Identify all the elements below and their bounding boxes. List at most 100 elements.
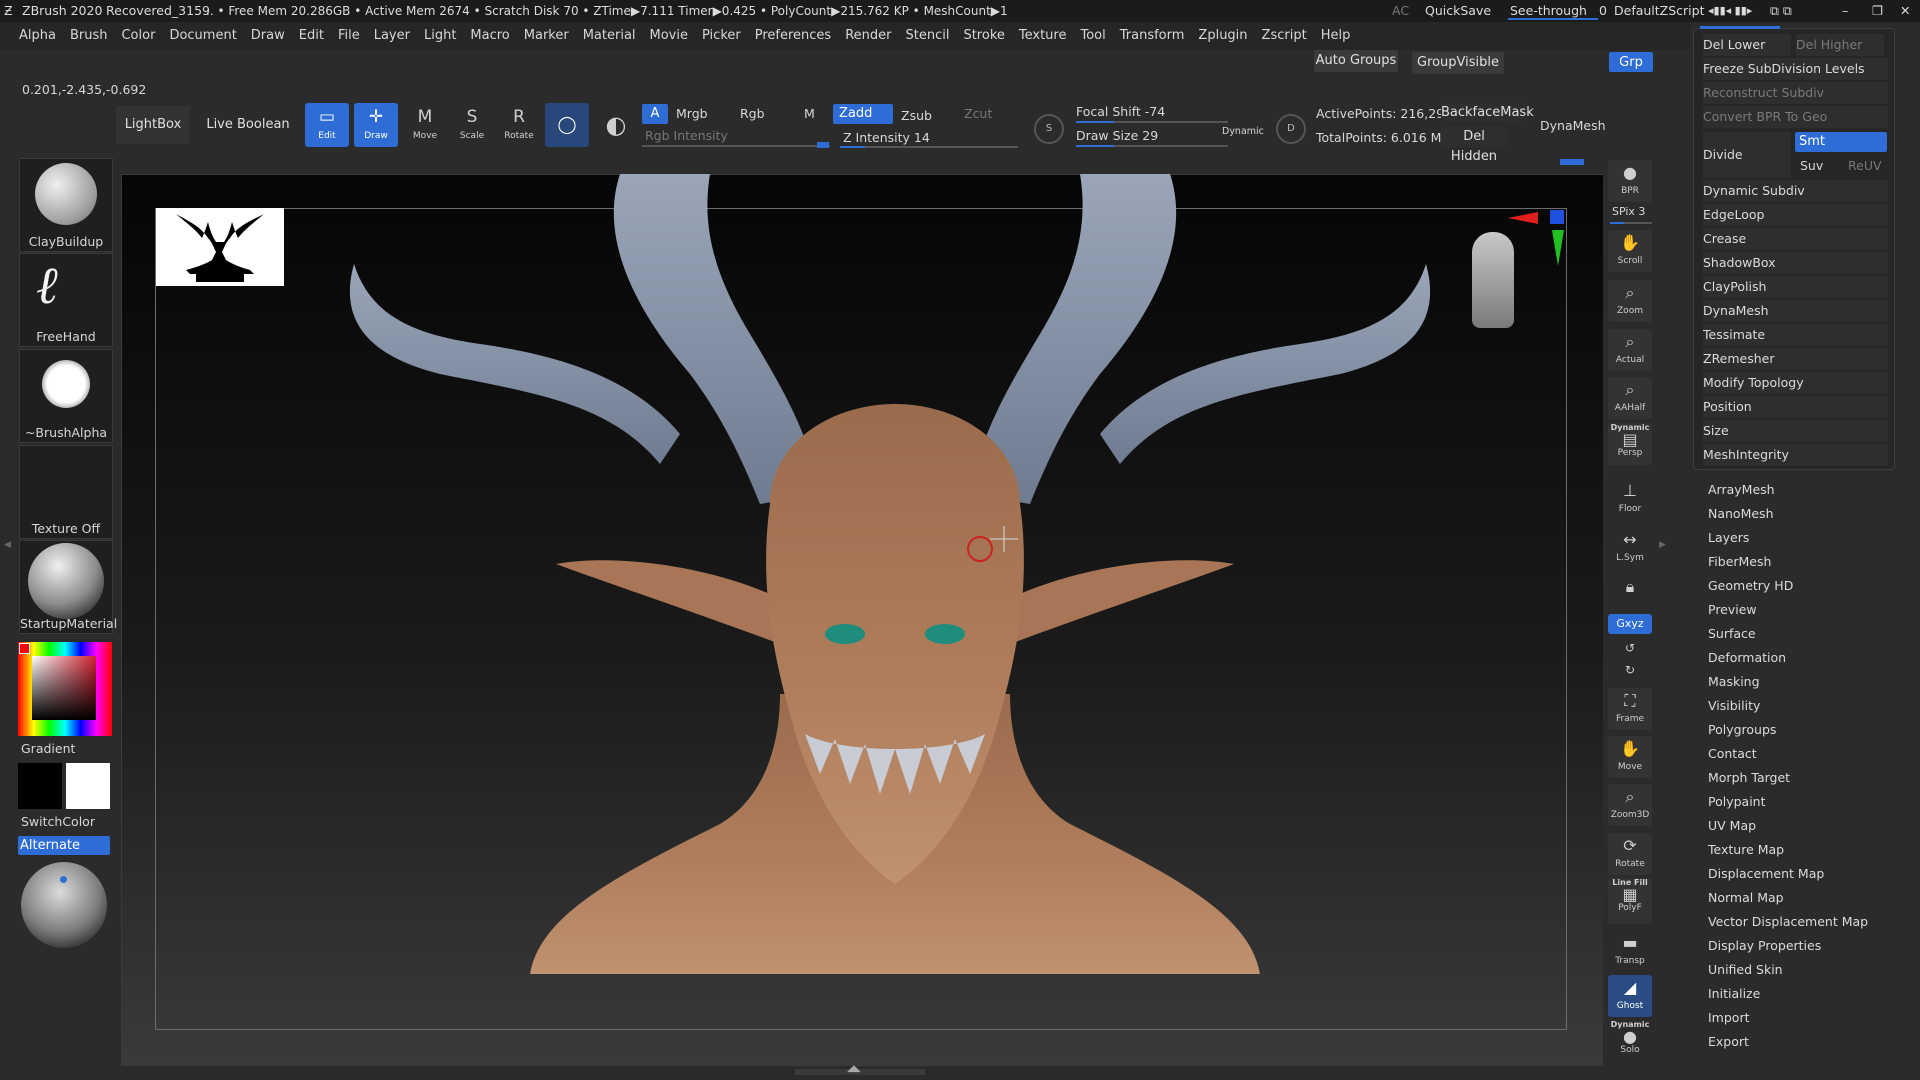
live-boolean-button[interactable]: Live Boolean xyxy=(206,106,290,144)
spotlight-s-icon[interactable]: S xyxy=(1034,114,1064,144)
spix-label[interactable]: SPix 3 xyxy=(1612,205,1645,218)
lightcap-d-icon[interactable]: D xyxy=(1276,114,1306,144)
reference-image[interactable] xyxy=(156,208,284,286)
subpalette-fibermesh[interactable]: FiberMesh xyxy=(1708,554,1771,570)
subpalette-import[interactable]: Import xyxy=(1708,1010,1750,1026)
menu-edit[interactable]: Edit xyxy=(292,22,331,50)
persp-button[interactable]: Dynamic ▤ Persp xyxy=(1608,423,1652,465)
demon-head-sculpt[interactable] xyxy=(300,174,1460,974)
subpalette-texture-map[interactable]: Texture Map xyxy=(1708,842,1784,858)
m-button[interactable]: M xyxy=(804,106,815,121)
subpalette-surface[interactable]: Surface xyxy=(1708,626,1756,642)
freeze-subdivision-button[interactable]: Freeze SubDivision Levels xyxy=(1703,58,1888,80)
lock-button[interactable]: 🔒︎ xyxy=(1608,574,1652,604)
rgb-intensity-slider[interactable] xyxy=(642,145,830,147)
color-picker[interactable] xyxy=(18,642,112,736)
menu-stroke[interactable]: Stroke xyxy=(956,22,1011,50)
menu-tool[interactable]: Tool xyxy=(1073,22,1112,50)
smt-toggle[interactable]: Smt xyxy=(1795,132,1887,152)
del-higher-button[interactable]: Del Higher xyxy=(1796,34,1884,56)
polyf-button[interactable]: Line Fill ▦ PolyF xyxy=(1608,878,1652,924)
subpalette-preview[interactable]: Preview xyxy=(1708,602,1757,618)
gradient-label[interactable]: Gradient xyxy=(21,741,75,756)
toolbar-scroll-indicator[interactable] xyxy=(1560,159,1584,165)
divide-button[interactable]: Divide xyxy=(1703,132,1791,178)
auto-groups-button[interactable]: Auto Groups xyxy=(1314,50,1398,72)
menu-movie[interactable]: Movie xyxy=(643,22,695,50)
alternate-button[interactable]: Alternate xyxy=(18,836,110,855)
rotate-mode-button[interactable]: R Rotate xyxy=(497,103,541,147)
subpalette-vector-displacement-map[interactable]: Vector Displacement Map xyxy=(1708,914,1868,930)
menu-draw[interactable]: Draw xyxy=(244,22,292,50)
alpha-thumbnail[interactable]: ~BrushAlpha xyxy=(19,349,113,443)
light-position-icon[interactable] xyxy=(60,876,67,883)
menu-document[interactable]: Document xyxy=(162,22,243,50)
restore-icon[interactable]: ❐ xyxy=(1872,0,1883,22)
suv-toggle[interactable]: Suv xyxy=(1800,158,1823,173)
solo-button[interactable]: Dynamic ● Solo xyxy=(1608,1020,1652,1066)
subpalette-morph-target[interactable]: Morph Target xyxy=(1708,770,1790,786)
subpalette-export[interactable]: Export xyxy=(1708,1034,1749,1050)
quicksave-button[interactable]: QuickSave xyxy=(1425,0,1491,22)
left-tray-arrow-icon[interactable]: ◀ xyxy=(4,540,11,550)
zoom3d-button[interactable]: ⌕ Zoom3D xyxy=(1608,784,1652,826)
bottom-tray-handle[interactable]: ◢◣ xyxy=(795,1064,925,1075)
menu-zscript[interactable]: Zscript xyxy=(1255,22,1314,50)
mrgb-button[interactable]: Mrgb xyxy=(676,106,708,121)
crease-item[interactable]: Crease xyxy=(1703,228,1888,250)
menu-macro[interactable]: Macro xyxy=(463,22,516,50)
local-symmetry-button[interactable]: ↔ L.Sym xyxy=(1608,527,1652,569)
subpalette-nanomesh[interactable]: NanoMesh xyxy=(1708,506,1774,522)
subpalette-visibility[interactable]: Visibility xyxy=(1708,698,1760,714)
layout-arrows-icon[interactable]: ◂▮▮◂ ▮▮▸ xyxy=(1708,0,1752,22)
frame-button[interactable]: ⛶ Frame xyxy=(1608,688,1652,730)
menu-render[interactable]: Render xyxy=(838,22,898,50)
palette-scroll-indicator[interactable] xyxy=(1700,26,1780,29)
subpalette-layers[interactable]: Layers xyxy=(1708,530,1749,546)
z-rotation-button[interactable]: ↻ xyxy=(1608,660,1652,680)
shadowbox-item[interactable]: ShadowBox xyxy=(1703,252,1888,274)
subpalette-masking[interactable]: Masking xyxy=(1708,674,1760,690)
zadd-button[interactable]: Zadd xyxy=(833,104,893,124)
zoom-button[interactable]: ⌕ Zoom xyxy=(1608,280,1652,322)
move-mode-button[interactable]: M Move xyxy=(403,103,447,147)
close-icon[interactable]: ✕ xyxy=(1900,0,1910,22)
actual-button[interactable]: ⌕ Actual xyxy=(1608,329,1652,371)
light-direction-sphere[interactable] xyxy=(21,862,107,948)
right-tray-arrow-icon[interactable]: ▶ xyxy=(1659,540,1666,550)
rotate-view-button[interactable]: ⟳ Rotate xyxy=(1608,833,1652,875)
window-icons-icon[interactable]: ⧉ ⧉ xyxy=(1770,0,1792,22)
menu-texture[interactable]: Texture xyxy=(1012,22,1074,50)
default-zscript-button[interactable]: DefaultZScript xyxy=(1614,0,1705,22)
draw-size-slider[interactable] xyxy=(1076,145,1228,147)
floor-button[interactable]: ⊥ Floor xyxy=(1608,478,1652,520)
scale-mode-button[interactable]: S Scale xyxy=(450,103,494,147)
subpalette-geometry-hd[interactable]: Geometry HD xyxy=(1708,578,1793,594)
draw-mode-button[interactable]: ✛ Draw xyxy=(354,103,398,147)
axis-gizmo-icon[interactable] xyxy=(1508,208,1568,268)
subpalette-uv-map[interactable]: UV Map xyxy=(1708,818,1756,834)
menu-transform[interactable]: Transform xyxy=(1113,22,1192,50)
material-thumbnail[interactable]: StartupMaterial xyxy=(19,540,117,634)
dynamesh-item[interactable]: DynaMesh xyxy=(1703,300,1888,322)
move-view-button[interactable]: ✋ Move xyxy=(1608,736,1652,778)
transp-button[interactable]: ▬ Transp xyxy=(1608,930,1652,972)
reuv-toggle[interactable]: ReUV xyxy=(1848,158,1882,173)
dynamic-subdiv-item[interactable]: Dynamic Subdiv xyxy=(1703,180,1888,202)
subpalette-polygroups[interactable]: Polygroups xyxy=(1708,722,1776,738)
subpalette-displacement-map[interactable]: Displacement Map xyxy=(1708,866,1824,882)
tessimate-item[interactable]: Tessimate xyxy=(1703,324,1888,346)
edgeloop-item[interactable]: EdgeLoop xyxy=(1703,204,1888,226)
subpalette-normal-map[interactable]: Normal Map xyxy=(1708,890,1784,906)
gizmo-sphere-button[interactable]: ◐ xyxy=(594,103,638,147)
scroll-button[interactable]: ✋ Scroll xyxy=(1608,230,1652,272)
z-intensity-slider[interactable] xyxy=(840,146,1018,148)
menu-picker[interactable]: Picker xyxy=(695,22,748,50)
subpalette-polypaint[interactable]: Polypaint xyxy=(1708,794,1766,810)
position-item[interactable]: Position xyxy=(1703,396,1888,418)
dynamesh-toolbar-button[interactable]: DynaMesh xyxy=(1540,118,1606,133)
stroke-thumbnail[interactable]: ℓ FreeHand xyxy=(19,253,113,347)
texture-thumbnail[interactable]: Texture Off xyxy=(19,445,113,539)
lightbox-button[interactable]: LightBox xyxy=(116,106,190,144)
ghost-button[interactable]: ◢ Ghost xyxy=(1608,975,1652,1017)
